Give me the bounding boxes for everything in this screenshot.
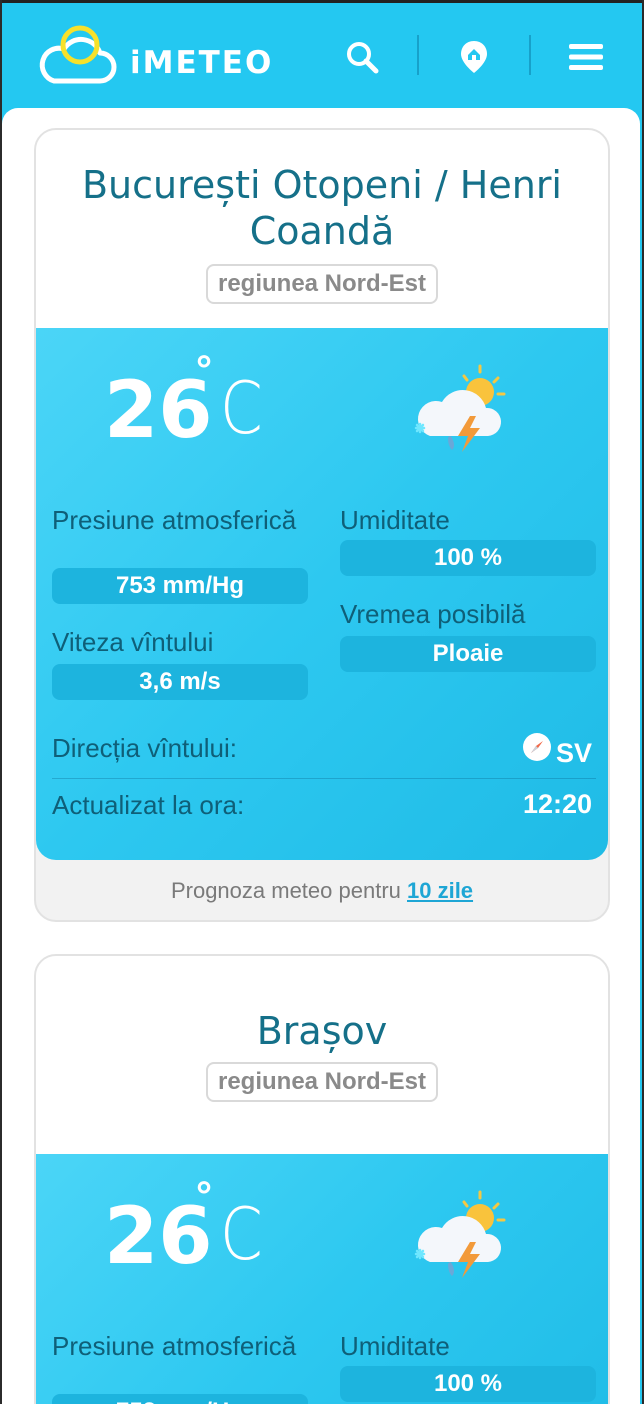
pressure-value: 753 mm/Hg: [52, 1394, 308, 1404]
cloud-thunder-sun-icon: [414, 364, 506, 452]
card-header: București Otopeni / Henri Coandă regiune…: [36, 130, 608, 328]
temperature-unit: C: [220, 366, 263, 450]
humidity-label: Umiditate: [340, 1331, 450, 1361]
temperature-unit: C: [220, 1192, 263, 1276]
current-weather: 26 ° C: [36, 328, 608, 860]
main-content: București Otopeni / Henri Coandă regiune…: [2, 108, 640, 1404]
location-button[interactable]: [444, 29, 504, 85]
weather-card: București Otopeni / Henri Coandă regiune…: [34, 128, 610, 922]
pressure-value: 753 mm/Hg: [52, 568, 308, 604]
header-divider: [529, 35, 531, 75]
location-home-icon: [461, 41, 487, 73]
updated-label: Actualizat la ora:: [52, 790, 245, 820]
menu-icon: [569, 44, 603, 70]
degree-symbol: °: [196, 348, 212, 392]
wind-direction-label: Direcția vîntului:: [52, 733, 237, 763]
possible-weather-value: Ploaie: [340, 636, 596, 672]
forecast-10-days-link[interactable]: 10 zile: [407, 878, 473, 903]
search-icon: [347, 42, 379, 74]
forecast-footer: Prognoza meteo pentru 10 zile: [36, 860, 608, 904]
cloud-thunder-sun-icon: [414, 1190, 506, 1278]
search-button[interactable]: [332, 29, 392, 85]
station-title[interactable]: București Otopeni / Henri Coandă: [36, 162, 608, 254]
wind-direction-value: SV: [555, 738, 592, 768]
card-header: Brașov regiunea Nord-Est: [36, 956, 608, 1154]
humidity-value: 100 %: [340, 1366, 596, 1402]
cloud-sun-logo-icon: [39, 25, 117, 84]
updated-time: 12:20: [522, 789, 592, 819]
weather-card: Brașov regiunea Nord-Est 26 ° C Presiune…: [34, 954, 610, 1404]
header-divider: [417, 35, 419, 75]
current-weather: 26 ° C: [36, 1154, 608, 1404]
forecast-text: Prognoza meteo pentru: [170, 878, 407, 903]
station-title[interactable]: Brașov: [36, 1008, 608, 1054]
possible-weather-label: Vremea posibilă: [340, 599, 526, 629]
divider: [52, 778, 596, 779]
pressure-label: Presiune atmosferică: [52, 1331, 297, 1361]
menu-button[interactable]: [556, 29, 616, 85]
brand-name: iMETEO: [130, 45, 274, 81]
humidity-label: Umiditate: [340, 505, 450, 535]
wind-speed-value: 3,6 m/s: [52, 664, 308, 700]
site-header: iMETEO: [2, 3, 642, 110]
compass-icon: [523, 733, 551, 761]
humidity-value: 100 %: [340, 540, 596, 576]
degree-symbol: °: [196, 1174, 212, 1218]
region-badge[interactable]: regiunea Nord-Est: [205, 264, 439, 304]
region-badge[interactable]: regiunea Nord-Est: [205, 1062, 439, 1102]
wind-speed-label: Viteza vîntului: [52, 627, 214, 657]
logo[interactable]: iMETEO: [32, 23, 272, 93]
pressure-label: Presiune atmosferică: [52, 505, 297, 535]
